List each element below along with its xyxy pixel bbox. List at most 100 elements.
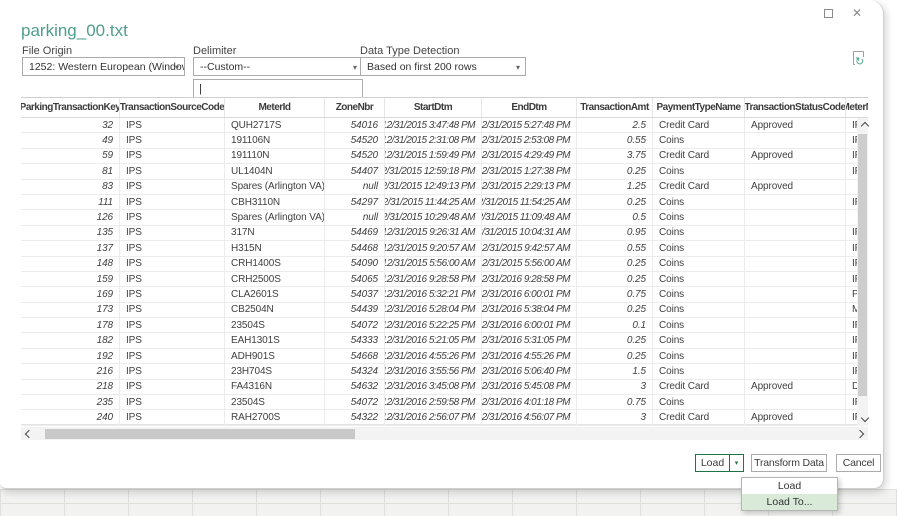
- table-cell: EAH1301S: [225, 333, 325, 347]
- column-header: TransactionAmt: [577, 98, 653, 117]
- menu-item-load-to[interactable]: Load To...: [742, 494, 837, 510]
- table-cell: 54632: [325, 380, 385, 394]
- delimiter-label: Delimiter: [193, 45, 236, 57]
- table-cell: 12/31/2016 5:45:08 PM: [482, 380, 577, 394]
- load-dropdown-arrow[interactable]: ▾: [729, 455, 743, 471]
- table-cell: 12/31/2015 9:42:57 AM: [482, 241, 577, 255]
- table-cell: 0.25: [577, 349, 653, 363]
- table-cell: 54072: [325, 318, 385, 332]
- table-cell: 12/31/2016 5:21:05 PM: [385, 333, 482, 347]
- table-cell: Coins: [653, 364, 745, 378]
- table-cell: 0.25: [577, 272, 653, 286]
- table-cell: 12/31/2016 5:31:05 PM: [482, 333, 577, 347]
- horizontal-scrollbar-thumb[interactable]: [45, 429, 355, 439]
- cancel-button[interactable]: Cancel: [836, 454, 881, 472]
- scroll-left-icon[interactable]: [21, 427, 37, 440]
- table-cell: 173: [21, 303, 120, 317]
- table-row: 137IPSH315N5446812/31/2015 9:20:57 AM12/…: [21, 241, 868, 256]
- table-cell: Coins: [653, 195, 745, 209]
- table-cell: 12/31/2016 4:56:07 PM: [482, 410, 577, 424]
- table-cell: [745, 395, 846, 409]
- table-cell: 12/31/2015 5:56:00 AM: [482, 257, 577, 271]
- table-cell: 0.5: [577, 210, 653, 224]
- load-split-button[interactable]: Load ▾: [695, 454, 744, 472]
- table-row: 159IPSCRH2500S5406512/31/2016 9:28:58 PM…: [21, 272, 868, 287]
- load-button[interactable]: Load: [696, 455, 729, 471]
- refresh-preview-icon[interactable]: ↻: [852, 51, 867, 69]
- table-body: 32IPSQUH2717S5401612/31/2015 3:47:48 PM1…: [21, 118, 868, 426]
- restore-icon[interactable]: [820, 5, 836, 21]
- table-cell: Approved: [745, 118, 846, 132]
- table-cell: Credit Card: [653, 180, 745, 194]
- table-cell: 59: [21, 149, 120, 163]
- table-cell: 54037: [325, 287, 385, 301]
- table-cell: QUH2717S: [225, 118, 325, 132]
- table-row: 126IPSSpares (Arlington VA)null12/31/201…: [21, 210, 868, 225]
- table-cell: 178: [21, 318, 120, 332]
- table-cell: 12/31/2016 5:06:40 PM: [482, 364, 577, 378]
- table-cell: IPS: [120, 210, 225, 224]
- scroll-down-icon[interactable]: [859, 412, 870, 424]
- scroll-up-icon[interactable]: [859, 120, 870, 132]
- table-cell: RAH2700S: [225, 410, 325, 424]
- table-cell: Coins: [653, 241, 745, 255]
- close-icon[interactable]: ✕: [849, 5, 865, 21]
- table-row: 216IPS23H704S5432412/31/2016 3:55:56 PM1…: [21, 364, 868, 379]
- table-cell: IPS: [120, 180, 225, 194]
- column-header: ParkingTransactionKey: [21, 98, 120, 117]
- menu-item-load[interactable]: Load: [742, 478, 837, 494]
- file-origin-value: 1252: Western European (Windows): [29, 61, 185, 73]
- column-header: MeterN: [846, 98, 868, 117]
- table-cell: 23H704S: [225, 364, 325, 378]
- table-cell: 0.75: [577, 395, 653, 409]
- table-cell: 54324: [325, 364, 385, 378]
- delimiter-select[interactable]: --Custom-- ▾: [193, 57, 363, 76]
- table-cell: Coins: [653, 210, 745, 224]
- table-row: 192IPSADH901S5466812/31/2016 4:55:26 PM1…: [21, 349, 868, 364]
- table-row: 240IPSRAH2700S5432212/31/2016 2:56:07 PM…: [21, 410, 868, 425]
- table-cell: 12/31/2015 4:29:49 PM: [482, 149, 577, 163]
- table-cell: 12/31/2015 2:31:08 PM: [385, 133, 482, 147]
- column-header: TransactionSourceCode: [120, 98, 225, 117]
- table-cell: 0.75: [577, 287, 653, 301]
- table-cell: [745, 133, 846, 147]
- transform-data-button[interactable]: Transform Data: [751, 454, 827, 472]
- table-cell: Approved: [745, 149, 846, 163]
- table-cell: Coins: [653, 333, 745, 347]
- chevron-down-icon: ▾: [516, 63, 520, 72]
- table-cell: Coins: [653, 395, 745, 409]
- table-cell: 83: [21, 180, 120, 194]
- table-cell: Credit Card: [653, 118, 745, 132]
- table-cell: 23504S: [225, 318, 325, 332]
- vertical-scrollbar-thumb[interactable]: [858, 134, 867, 396]
- table-cell: 12/31/2016 4:55:26 PM: [385, 349, 482, 363]
- table-cell: IPS: [120, 118, 225, 132]
- table-cell: CBH3110N: [225, 195, 325, 209]
- table-cell: IPS: [120, 395, 225, 409]
- table-cell: 49: [21, 133, 120, 147]
- table-row: 148IPSCRH1400S5409012/31/2015 5:56:00 AM…: [21, 257, 868, 272]
- table-cell: 235: [21, 395, 120, 409]
- custom-delimiter-input[interactable]: [193, 79, 363, 98]
- vertical-scrollbar[interactable]: [857, 118, 868, 426]
- table-row: 182IPSEAH1301S5433312/31/2016 5:21:05 PM…: [21, 333, 868, 348]
- table-cell: 1.25: [577, 180, 653, 194]
- data-type-detection-select[interactable]: Based on first 200 rows ▾: [360, 57, 526, 76]
- table-cell: 216: [21, 364, 120, 378]
- table-row: 235IPS23504S5407212/31/2016 2:59:58 PM12…: [21, 395, 868, 410]
- table-cell: [745, 318, 846, 332]
- table-cell: 54322: [325, 410, 385, 424]
- scroll-right-icon[interactable]: [852, 427, 868, 440]
- excel-workspace: ✕ parking_00.txt File Origin Delimiter D…: [0, 0, 897, 516]
- table-cell: [745, 272, 846, 286]
- table-cell: 12/31/2015 3:47:48 PM: [385, 118, 482, 132]
- table-cell: 54407: [325, 164, 385, 178]
- table-cell: 12/31/2015 1:27:38 PM: [482, 164, 577, 178]
- table-cell: 12/31/2016 3:55:56 PM: [385, 364, 482, 378]
- page-title: parking_00.txt: [21, 21, 128, 41]
- file-origin-select[interactable]: 1252: Western European (Windows) ▾: [22, 57, 185, 76]
- horizontal-scrollbar[interactable]: [21, 427, 868, 440]
- table-cell: CB2504N: [225, 303, 325, 317]
- table-cell: 54668: [325, 349, 385, 363]
- table-cell: 12/31/2015 11:54:25 AM: [482, 195, 577, 209]
